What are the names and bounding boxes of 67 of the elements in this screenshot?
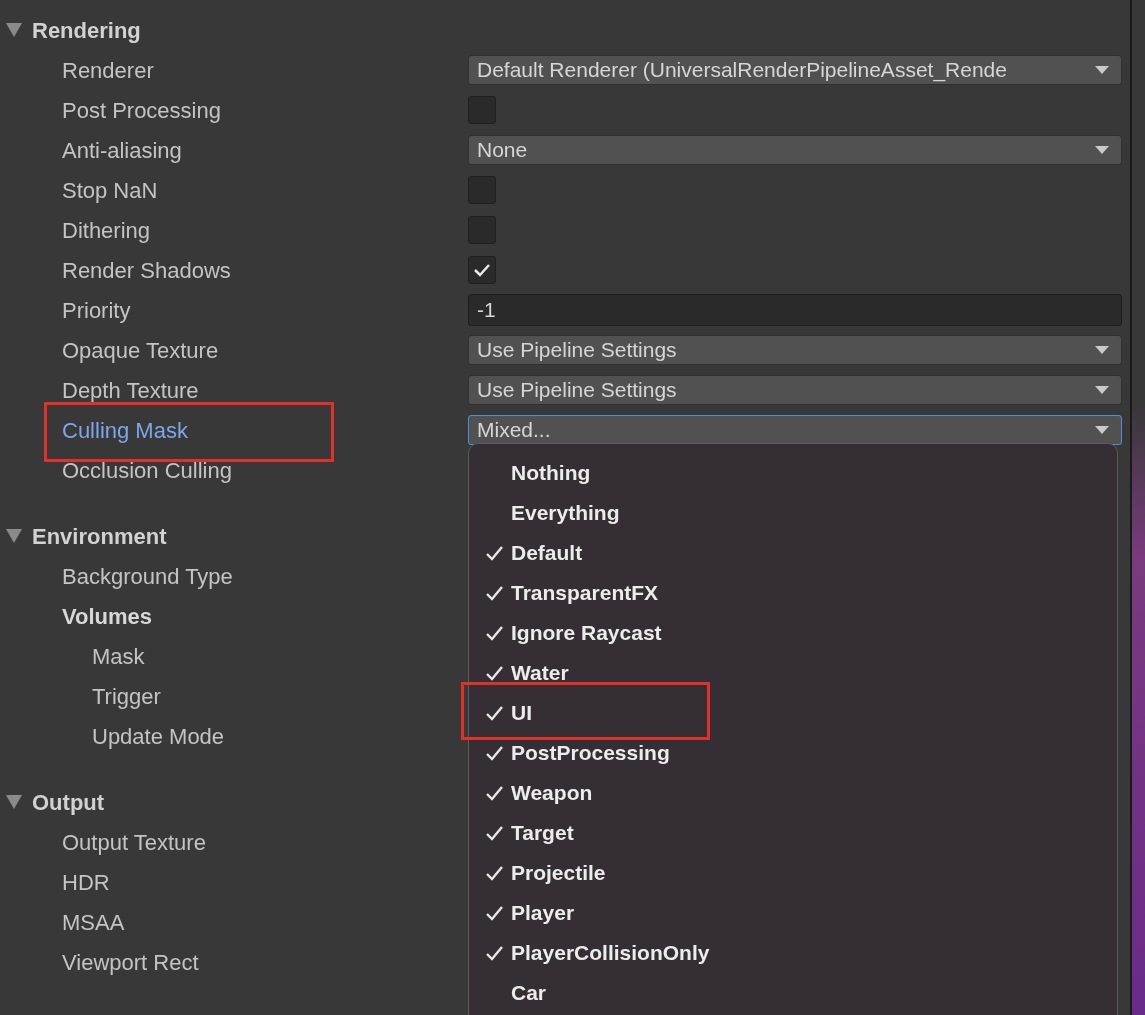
caret-icon (1095, 66, 1109, 74)
field-label: Post Processing (62, 96, 221, 125)
menu-item[interactable]: Default (469, 533, 1117, 573)
checkmark-icon (485, 945, 503, 961)
field-label: Mask (92, 642, 145, 671)
menu-item[interactable]: PostProcessing (469, 733, 1117, 773)
checkbox[interactable] (468, 96, 496, 124)
checkbox[interactable] (468, 256, 496, 284)
field-label: Viewport Rect (62, 948, 199, 977)
field-label: Opaque Texture (62, 336, 219, 365)
caret-icon (1095, 386, 1109, 394)
checkmark-icon (485, 585, 503, 601)
section-header[interactable]: Environment (32, 519, 167, 553)
menu-item[interactable]: Weapon (469, 773, 1117, 813)
caret-icon (1095, 146, 1109, 154)
dropdown[interactable]: Default Renderer (UniversalRenderPipelineAsset_Rende (468, 55, 1122, 85)
field-label: Depth Texture (62, 376, 199, 405)
field-label: Renderer (62, 56, 154, 85)
field-label: Trigger (92, 682, 161, 711)
field-label: Priority (62, 296, 131, 325)
foldout-triangle-icon[interactable] (6, 23, 22, 37)
checkbox[interactable] (468, 176, 496, 204)
field-label: Output Texture (62, 828, 206, 857)
caret-icon (1095, 346, 1109, 354)
checkmark-icon (485, 745, 503, 761)
caret-icon (1095, 426, 1109, 434)
section-header[interactable]: Output (32, 785, 105, 819)
dropdown[interactable]: Use Pipeline Settings (468, 375, 1122, 405)
menu-item[interactable]: Car (469, 973, 1117, 1013)
field-label: Stop NaN (62, 176, 158, 205)
checkmark-icon (485, 825, 503, 841)
foldout-triangle-icon[interactable] (6, 529, 22, 543)
checkmark-icon (485, 545, 503, 561)
menu-item[interactable]: Ignore Raycast (469, 613, 1117, 653)
menu-item[interactable]: Everything (469, 493, 1117, 533)
menu-item[interactable]: TransparentFX (469, 573, 1117, 613)
dropdown[interactable]: Use Pipeline Settings (468, 335, 1122, 365)
field-label: Anti-aliasing (62, 136, 182, 165)
checkmark-icon (473, 263, 491, 277)
field-label: Occlusion Culling (62, 456, 232, 485)
foldout-triangle-icon[interactable] (6, 795, 22, 809)
menu-item[interactable]: Target (469, 813, 1117, 853)
menu-item[interactable]: PlayerCollisionOnly (469, 933, 1117, 973)
checkmark-icon (485, 785, 503, 801)
menu-item[interactable]: Projectile (469, 853, 1117, 893)
checkmark-icon (485, 865, 503, 881)
number-field[interactable]: -1 (468, 294, 1122, 326)
field-label: Volumes (62, 602, 153, 631)
field-label: Background Type (62, 562, 233, 591)
section-header[interactable]: Rendering (32, 13, 141, 47)
field-label: Dithering (62, 216, 151, 245)
menu-item[interactable]: Player (469, 893, 1117, 933)
menu-item[interactable]: Water (469, 653, 1117, 693)
field-label: HDR (62, 868, 110, 897)
field-label: MSAA (62, 908, 125, 937)
field-label: Render Shadows (62, 256, 231, 285)
menu-item[interactable]: Nothing (469, 453, 1117, 493)
field-label: Update Mode (92, 722, 225, 751)
checkmark-icon (485, 665, 503, 681)
field-label: Culling Mask (62, 416, 188, 445)
checkmark-icon (485, 625, 503, 641)
checkmark-icon (485, 705, 503, 721)
dropdown[interactable]: None (468, 135, 1122, 165)
dropdown[interactable]: Mixed... (468, 415, 1122, 445)
menu-item[interactable]: UI (469, 693, 1117, 733)
checkmark-icon (485, 905, 503, 921)
checkbox[interactable] (468, 216, 496, 244)
